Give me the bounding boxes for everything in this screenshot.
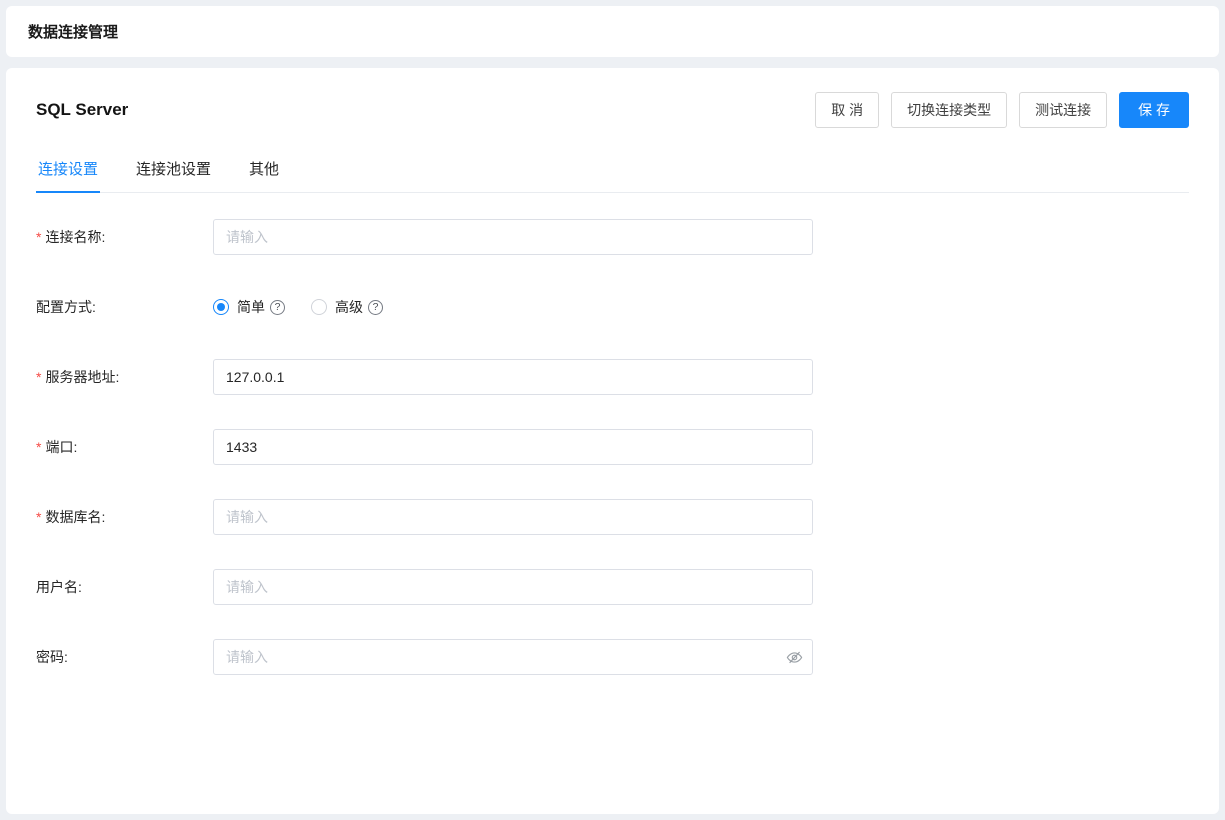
password-input-wrap	[213, 639, 813, 675]
port-label: * 端口:	[36, 439, 78, 455]
form-row-connection-name: * 连接名称:	[36, 219, 1189, 255]
config-mode-radio-group: 简单 ? 高级 ?	[213, 297, 409, 317]
tab-bar: 连接设置 连接池设置 其他	[36, 150, 1189, 193]
radio-selected-icon	[213, 299, 229, 315]
help-icon[interactable]: ?	[270, 299, 285, 315]
panel-header: SQL Server 取 消 切换连接类型 测试连接 保 存	[36, 92, 1189, 128]
form-row-server-address: * 服务器地址:	[36, 359, 1189, 395]
radio-simple[interactable]: 简单 ?	[213, 297, 285, 317]
form-row-password: 密码:	[36, 639, 1189, 675]
required-asterisk: *	[36, 509, 42, 525]
server-address-label: * 服务器地址:	[36, 369, 120, 385]
required-asterisk: *	[36, 229, 42, 245]
tab-other[interactable]: 其他	[247, 150, 281, 192]
connection-type-title: SQL Server	[36, 100, 129, 119]
form-row-username: 用户名:	[36, 569, 1189, 605]
connection-form: * 连接名称: 配置方式: 简单 ? 高级 ?	[36, 219, 1189, 675]
port-input[interactable]	[213, 429, 813, 465]
connection-name-label: * 连接名称:	[36, 229, 106, 245]
config-mode-label: 配置方式:	[36, 299, 96, 315]
form-row-config-mode: 配置方式: 简单 ? 高级 ?	[36, 289, 1189, 325]
form-row-port: * 端口:	[36, 429, 1189, 465]
password-input[interactable]	[213, 639, 813, 675]
database-name-label: * 数据库名:	[36, 509, 106, 525]
radio-advanced[interactable]: 高级 ?	[311, 297, 383, 317]
database-name-input[interactable]	[213, 499, 813, 535]
eye-slash-icon	[786, 649, 803, 666]
help-icon[interactable]: ?	[368, 299, 383, 315]
page-title: 数据连接管理	[28, 24, 119, 41]
form-row-database-name: * 数据库名:	[36, 499, 1189, 535]
action-buttons: 取 消 切换连接类型 测试连接 保 存	[803, 92, 1189, 128]
connection-editor-panel: SQL Server 取 消 切换连接类型 测试连接 保 存 连接设置 连接池设…	[6, 68, 1219, 814]
cancel-button[interactable]: 取 消	[815, 92, 880, 128]
password-visibility-toggle[interactable]	[785, 648, 803, 666]
connection-name-input[interactable]	[213, 219, 813, 255]
required-asterisk: *	[36, 369, 42, 385]
username-label: 用户名:	[36, 579, 82, 595]
password-label: 密码:	[36, 649, 68, 665]
top-bar: 数据连接管理	[6, 6, 1219, 57]
required-asterisk: *	[36, 439, 42, 455]
username-input[interactable]	[213, 569, 813, 605]
save-button[interactable]: 保 存	[1119, 92, 1189, 128]
tab-connection-settings[interactable]: 连接设置	[36, 150, 101, 193]
radio-unselected-icon	[311, 299, 327, 315]
server-address-input[interactable]	[213, 359, 813, 395]
switch-connection-type-button[interactable]: 切换连接类型	[891, 92, 1008, 128]
test-connection-button[interactable]: 测试连接	[1019, 92, 1108, 128]
tab-connection-pool-settings[interactable]: 连接池设置	[134, 150, 213, 192]
